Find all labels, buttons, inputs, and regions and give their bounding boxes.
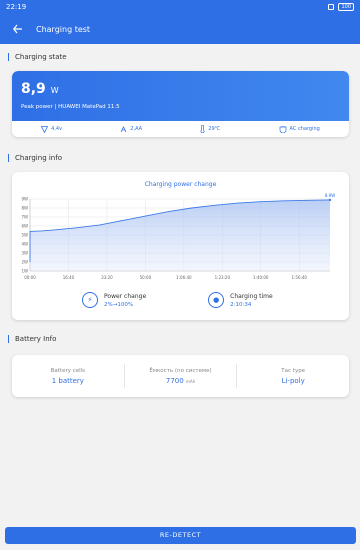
charging-info-row: ⚡ Power change 2%→100% ● Charging time 2… bbox=[12, 292, 349, 308]
status-time: 22:19 bbox=[6, 3, 27, 11]
y-tick-label: 6W bbox=[22, 224, 29, 229]
battery-icon: 100 bbox=[338, 3, 354, 11]
battery-capacity-label: Ёмкость (по системе) bbox=[149, 367, 212, 374]
battery-info-card: Battery cells 1 battery Ёмкость (по сист… bbox=[12, 355, 349, 397]
x-tick-label: 33:20 bbox=[101, 275, 113, 280]
power-change-label: Power change bbox=[104, 292, 147, 300]
power-readout: 8,9 W bbox=[21, 81, 340, 97]
thermometer-icon bbox=[200, 125, 205, 133]
x-tick-label: 16:40 bbox=[63, 275, 75, 280]
x-tick-label: 00:00 bbox=[24, 275, 36, 280]
y-tick-label: 2W bbox=[22, 260, 29, 265]
charging-power-chart: 1W 2W 3W 4W 5W 6W 7W 8W 9W 00:00 16:40 33:20 50:00 1:… bbox=[22, 193, 336, 280]
battery-type-column: Тас type Li-poly bbox=[237, 364, 349, 388]
current-stat: 2,AA bbox=[120, 125, 143, 133]
arrow-left-icon bbox=[13, 24, 22, 34]
clock-icon: ● bbox=[208, 292, 225, 308]
charging-state-card: 8,9 W Peak power | HUAWEI MatePad 11.5 4… bbox=[12, 71, 349, 137]
temperature-value: 29℃ bbox=[208, 126, 221, 132]
charging-state-header: 8,9 W Peak power | HUAWEI MatePad 11.5 bbox=[12, 71, 349, 121]
x-tick-label: 50:00 bbox=[140, 275, 152, 280]
voltage-value: 4,4v bbox=[51, 126, 63, 132]
state-stats: 4,4v 2,AA 29℃ AC charging bbox=[12, 121, 349, 137]
series-end-label: 8.9W bbox=[325, 193, 335, 198]
battery-cells-value: 1 battery bbox=[51, 376, 84, 385]
current-value: 2,AA bbox=[130, 126, 143, 132]
y-tick-label: 4W bbox=[22, 242, 29, 247]
y-tick-label: 3W bbox=[22, 251, 29, 256]
battery-capacity-number: 7700 bbox=[165, 376, 184, 385]
battery-cells-column: Battery cells 1 battery bbox=[12, 364, 125, 388]
charging-time-value: 2:10:34 bbox=[230, 301, 252, 308]
series-area bbox=[30, 199, 330, 271]
section-title-charging-info: Charging info bbox=[8, 154, 62, 162]
power-unit: W bbox=[50, 86, 59, 95]
x-tick-label: 1:06:40 bbox=[176, 275, 192, 280]
battery-type-value: Li-poly bbox=[281, 376, 305, 385]
top-bar: 22:19 100 Charging test bbox=[0, 0, 360, 44]
y-tick-label: 1W bbox=[22, 269, 29, 274]
current-icon bbox=[120, 125, 127, 132]
x-tick-label: 1:40:00 bbox=[253, 275, 269, 280]
redetect-button[interactable]: RE-DETECT bbox=[5, 527, 356, 544]
series-end-point bbox=[328, 198, 332, 202]
charging-info-card: Charging power change 1W 2W 3W 4W 5W 6W 7W 8W 9W… bbox=[12, 172, 349, 320]
signal-icon bbox=[328, 4, 335, 10]
plug-icon bbox=[279, 125, 286, 133]
app-bar: Charging test bbox=[0, 14, 360, 44]
back-button[interactable] bbox=[10, 21, 26, 37]
page-title: Charging test bbox=[36, 24, 91, 34]
power-change-value: 2%→100% bbox=[104, 301, 134, 308]
voltage-icon bbox=[41, 125, 49, 133]
x-tick-label: 1:56:40 bbox=[292, 275, 308, 280]
charging-time-info: ● Charging time 2:10:34 bbox=[208, 292, 273, 308]
battery-capacity-value: 7700 mAh bbox=[125, 377, 237, 385]
charge-type-value: AC charging bbox=[289, 126, 320, 132]
y-tick-label: 8W bbox=[22, 206, 29, 211]
charging-time-label: Charging time bbox=[230, 292, 273, 300]
y-tick-label: 9W bbox=[22, 197, 29, 202]
section-title-charging-state: Charging state bbox=[8, 53, 67, 61]
power-change-info: ⚡ Power change 2%→100% bbox=[82, 292, 146, 308]
peak-power-label: Peak power | HUAWEI MatePad 11.5 bbox=[21, 104, 120, 110]
lightning-icon: ⚡ bbox=[82, 292, 98, 308]
y-tick-label: 5W bbox=[22, 233, 29, 238]
status-bar: 22:19 100 bbox=[0, 0, 360, 14]
y-tick-label: 7W bbox=[22, 215, 29, 220]
battery-capacity-unit: mAh bbox=[185, 378, 196, 384]
temperature-stat: 29℃ bbox=[200, 125, 220, 133]
x-tick-label: 1:23:20 bbox=[215, 275, 231, 280]
section-title-battery-info: Battery Info bbox=[8, 335, 56, 343]
charge-type-stat: AC charging bbox=[279, 125, 320, 133]
battery-capacity-column: Ёмкость (по системе) 7700 mAh bbox=[125, 364, 238, 388]
battery-type-label: Тас type bbox=[281, 367, 306, 374]
voltage-stat: 4,4v bbox=[41, 125, 63, 133]
power-value: 8,9 bbox=[21, 81, 46, 97]
battery-cells-label: Battery cells bbox=[50, 367, 86, 374]
